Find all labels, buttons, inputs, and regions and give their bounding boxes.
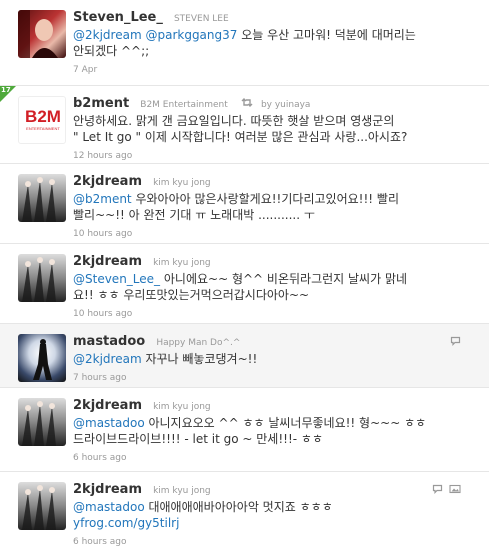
- tweet-item[interactable]: 2kjdream kim kyu jong @mastadoo 아니지요오오 ^…: [0, 388, 489, 472]
- avatar[interactable]: [18, 174, 66, 222]
- avatar[interactable]: [18, 10, 66, 58]
- svg-text:B2M: B2M: [25, 107, 61, 126]
- avatar[interactable]: [18, 254, 66, 302]
- reply-icon[interactable]: [450, 336, 461, 346]
- mention-link[interactable]: @mastadoo: [73, 500, 145, 514]
- tweet-timeline: Steven_Lee_ STEVEN LEE @2kjdream @parkgg…: [0, 0, 489, 554]
- timestamp[interactable]: 7 Apr: [73, 65, 469, 75]
- screen-name[interactable]: 2kjdream: [73, 174, 142, 189]
- timestamp[interactable]: 10 hours ago: [73, 229, 469, 239]
- timestamp[interactable]: 6 hours ago: [73, 453, 469, 463]
- avatar[interactable]: [18, 482, 66, 530]
- screen-name[interactable]: 2kjdream: [73, 254, 142, 269]
- timestamp[interactable]: 12 hours ago: [73, 151, 469, 161]
- timestamp[interactable]: 6 hours ago: [73, 537, 469, 547]
- tweet-text: 안녕하세요. 맑게 갠 금요일입니다. 따뜻한 햇살 받으며 영생군의 " Le…: [73, 114, 408, 144]
- tweet-item[interactable]: 2kjdream kim kyu jong @mastadoo 대애애애애바아아…: [0, 472, 489, 554]
- screen-name[interactable]: b2ment: [73, 96, 129, 111]
- mention-link[interactable]: @2kjdream: [73, 352, 142, 366]
- full-name: Happy Man Do^.^: [156, 338, 241, 348]
- full-name: STEVEN LEE: [173, 14, 229, 24]
- tweet-item[interactable]: mastadoo Happy Man Do^.^ @2kjdream 자꾸나 빼…: [0, 324, 489, 388]
- screen-name[interactable]: Steven_Lee_: [73, 10, 163, 25]
- tweet-actions: [432, 484, 461, 494]
- screen-name[interactable]: 2kjdream: [73, 482, 142, 497]
- mention-link[interactable]: @mastadoo: [73, 416, 145, 430]
- mention-link[interactable]: @Steven_Lee_: [73, 272, 160, 286]
- tweet-item[interactable]: 2kjdream kim kyu jong @Steven_Lee_ 아니에요~…: [0, 244, 489, 324]
- retweet-corner-label: 17: [1, 86, 11, 94]
- mention-link[interactable]: @2kjdream: [73, 28, 142, 42]
- tweet-text: @b2ment 우와아아아 많은사랑할게요!!기다리고있어요!!! 빨리 빨리~…: [73, 192, 399, 222]
- tweet-item[interactable]: Steven_Lee_ STEVEN LEE @2kjdream @parkgg…: [0, 0, 489, 86]
- timestamp[interactable]: 7 hours ago: [73, 373, 469, 383]
- avatar[interactable]: [18, 398, 66, 446]
- tweet-text: @Steven_Lee_ 아니에요~~ 형^^ 비온뒤라그런지 날씨가 맑네 요…: [73, 272, 408, 302]
- full-name: kim kyu jong: [153, 402, 211, 412]
- full-name: kim kyu jong: [153, 258, 211, 268]
- mention-link[interactable]: @b2ment: [73, 192, 132, 206]
- full-name: kim kyu jong: [153, 178, 211, 188]
- b2m-logo-icon: B2M ENTERTAINMENT: [25, 107, 61, 131]
- svg-text:ENTERTAINMENT: ENTERTAINMENT: [26, 126, 60, 131]
- screen-name[interactable]: mastadoo: [73, 334, 145, 349]
- full-name: B2M Entertainment: [140, 100, 228, 110]
- tweet-text: @mastadoo 대애애애애바아아아악 멋지죠 ㅎㅎㅎ yfrog.com/g…: [73, 500, 333, 530]
- tweet-text: @2kjdream 자꾸나 빼놓코댕겨~!!: [73, 352, 258, 366]
- image-icon[interactable]: [449, 484, 461, 494]
- tweet-item[interactable]: 2kjdream kim kyu jong @b2ment 우와아아아 많은사랑…: [0, 164, 489, 244]
- tweet-text: @mastadoo 아니지요오오 ^^ ㅎㅎ 날씨너무좋네요!! 형~~~ ㅎㅎ…: [73, 416, 427, 446]
- retweet-icon: [241, 98, 253, 107]
- full-name: kim kyu jong: [153, 486, 211, 496]
- avatar[interactable]: B2M ENTERTAINMENT: [18, 96, 66, 144]
- tweet-actions: [450, 336, 461, 346]
- screen-name[interactable]: 2kjdream: [73, 398, 142, 413]
- reply-icon[interactable]: [432, 484, 443, 494]
- tweet-item-retweet[interactable]: 17 B2M ENTERTAINMENT b2ment B2M Entertai…: [0, 86, 489, 164]
- tweet-text: @2kjdream @parkggang37 오늘 우산 고마워! 덕분에 대머…: [73, 28, 416, 58]
- avatar[interactable]: [18, 334, 66, 382]
- mention-link[interactable]: @parkggang37: [145, 28, 237, 42]
- media-link[interactable]: yfrog.com/gy5tilrj: [73, 516, 179, 530]
- retweeted-by[interactable]: by yuinaya: [261, 100, 311, 110]
- timestamp[interactable]: 10 hours ago: [73, 309, 469, 319]
